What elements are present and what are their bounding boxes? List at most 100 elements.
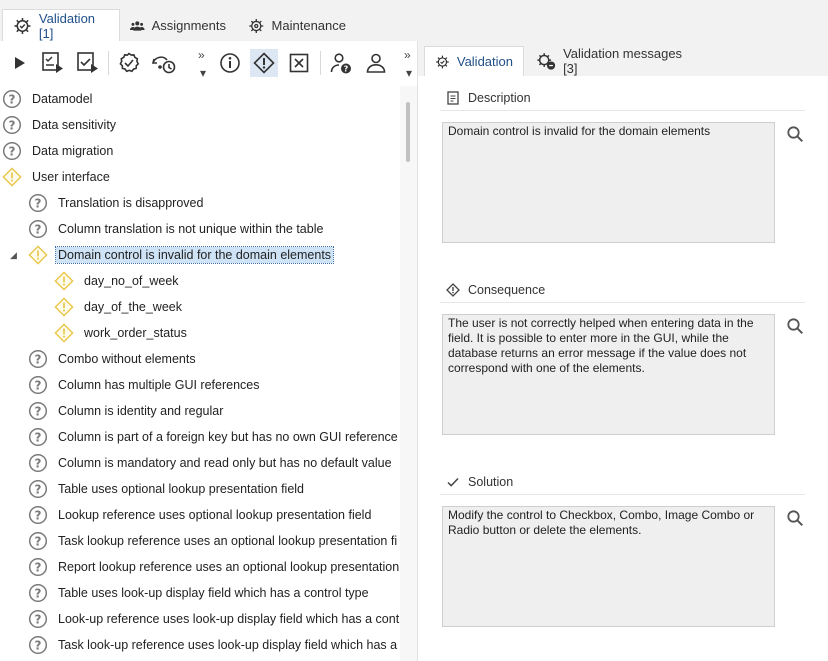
tree-item[interactable]: ? Combo without elements xyxy=(28,346,198,372)
svg-text:?: ? xyxy=(35,612,42,626)
section-divider xyxy=(440,494,805,495)
tree-item-label: User interface xyxy=(32,170,110,184)
tree-subitem[interactable]: day_no_of_week xyxy=(54,268,181,294)
description-header: Description xyxy=(446,91,531,105)
svg-text:?: ? xyxy=(35,508,42,522)
description-text[interactable]: Domain control is invalid for the domain… xyxy=(442,122,775,243)
tree-item-label: Report lookup reference uses an optional… xyxy=(58,560,400,574)
tree-group[interactable]: ? Data sensitivity xyxy=(2,112,118,138)
solution-text[interactable]: Modify the control to Checkbox, Combo, I… xyxy=(442,506,775,627)
execute-list-button[interactable] xyxy=(39,49,67,77)
tree-item[interactable]: ? Lookup reference uses optional lookup p… xyxy=(28,502,373,528)
validation-toolbar: » ▾ ? » ▾ xyxy=(0,41,418,84)
top-tab-strip: Validation [1] Assignments Maintenance xyxy=(0,0,828,42)
search-icon[interactable] xyxy=(786,125,804,143)
consequence-header: Consequence xyxy=(446,283,545,297)
play-icon xyxy=(15,57,25,69)
question-icon: ? xyxy=(28,401,48,421)
tab-label: Validation messages [3] xyxy=(563,46,683,76)
collapse-caret-icon[interactable]: ◢ xyxy=(10,250,17,261)
tab-label: Validation [1] xyxy=(38,11,96,41)
svg-text:?: ? xyxy=(35,560,42,574)
approve-button[interactable] xyxy=(115,49,143,77)
search-icon[interactable] xyxy=(786,509,804,527)
svg-text:?: ? xyxy=(35,222,42,236)
warning-icon xyxy=(28,245,48,265)
tree-item-label: Translation is disapproved xyxy=(58,196,204,210)
tree-item[interactable]: ? Column has multiple GUI references xyxy=(28,372,261,398)
tree-item[interactable]: ? Table uses optional lookup presentation… xyxy=(28,476,306,502)
user-icon xyxy=(366,53,386,73)
warnings-button[interactable] xyxy=(250,49,278,77)
tab-maintenance[interactable]: Maintenance xyxy=(238,10,356,41)
tree-group[interactable]: ? Data migration xyxy=(2,138,115,164)
tab-label: Maintenance xyxy=(271,18,346,33)
warning-icon xyxy=(54,323,74,343)
tab-validation-messages[interactable]: Validation messages [3] xyxy=(526,46,698,76)
dropdown-icon: ▾ xyxy=(406,66,413,80)
tab-validation-detail[interactable]: Validation xyxy=(424,46,524,76)
tree-group[interactable]: User interface xyxy=(2,164,112,190)
tree-item[interactable]: Domain control is invalid for the domain… xyxy=(28,242,335,268)
tab-label: Validation xyxy=(456,54,513,69)
assigned-user-button[interactable] xyxy=(362,49,390,77)
question-icon: ? xyxy=(28,609,48,629)
search-icon[interactable] xyxy=(786,317,804,335)
execute-selected-button[interactable] xyxy=(74,49,102,77)
svg-text:?: ? xyxy=(9,118,16,132)
question-icon: ? xyxy=(28,375,48,395)
dropdown-icon: ▾ xyxy=(200,66,207,80)
tree-item-label: Table uses optional lookup presentation … xyxy=(58,482,305,496)
warning-icon xyxy=(54,271,74,291)
scrollbar-thumb[interactable] xyxy=(406,102,410,162)
tree-item[interactable]: ? Column translation is not unique within… xyxy=(28,216,325,242)
question-icon: ? xyxy=(2,89,22,109)
tab-label: Assignments xyxy=(151,18,226,33)
tree-item[interactable]: ? Translation is disapproved xyxy=(28,190,205,216)
tree-scrollbar[interactable] xyxy=(400,86,417,661)
svg-text:?: ? xyxy=(35,456,42,470)
consequence-text[interactable]: The user is not correctly helped when en… xyxy=(442,314,775,435)
tree-item[interactable]: ? Task look-up reference uses look-up dis… xyxy=(28,632,399,658)
tab-assignments[interactable]: Assignments xyxy=(120,10,236,41)
tree-item[interactable]: ? Report lookup reference uses an optiona… xyxy=(28,554,400,580)
section-divider xyxy=(440,110,805,111)
tree-item[interactable]: ? Column is part of a foreign key but has… xyxy=(28,424,400,450)
tree-item-label: Data migration xyxy=(32,144,114,158)
tab-validation[interactable]: Validation [1] xyxy=(2,9,120,42)
question-icon: ? xyxy=(2,141,22,161)
tree-group[interactable]: ? Datamodel xyxy=(2,86,94,112)
tree-item[interactable]: ? Task lookup reference uses an optional … xyxy=(28,528,399,554)
tree-item[interactable]: ? Column is identity and regular xyxy=(28,398,225,424)
svg-text:?: ? xyxy=(35,404,42,418)
svg-text:?: ? xyxy=(35,352,42,366)
run-button[interactable] xyxy=(5,49,33,77)
svg-text:?: ? xyxy=(35,378,42,392)
tree-subitem[interactable]: day_of_the_week xyxy=(54,294,184,320)
people-icon xyxy=(130,20,145,31)
tree-subitem[interactable]: work_order_status xyxy=(54,320,189,346)
user-question-icon: ? xyxy=(330,53,351,74)
more-toolbar-button[interactable]: » xyxy=(404,49,411,61)
toolbar-separator xyxy=(320,51,321,75)
errors-button[interactable] xyxy=(285,49,313,77)
tree-item-label: Task look-up reference uses look-up disp… xyxy=(58,638,398,652)
document-icon xyxy=(447,91,459,105)
question-icon: ? xyxy=(28,219,48,239)
more-toolbar-button[interactable]: » xyxy=(198,49,205,61)
section-title: Consequence xyxy=(468,283,546,297)
svg-text:?: ? xyxy=(35,482,42,496)
tree-item[interactable]: ? Column is mandatory and read only but h… xyxy=(28,450,394,476)
pane-divider[interactable] xyxy=(417,41,418,661)
unassigned-button[interactable]: ? xyxy=(327,49,355,77)
schedule-run-button[interactable] xyxy=(150,49,178,77)
tree-item[interactable]: ? Table uses look-up display field which … xyxy=(28,580,371,606)
validation-gear-icon xyxy=(436,55,449,68)
tree-item-label: Task lookup reference uses an optional l… xyxy=(58,534,398,548)
tree-item[interactable]: ? Look-up reference uses look-up display … xyxy=(28,606,400,632)
question-icon: ? xyxy=(28,505,48,525)
info-button[interactable] xyxy=(216,49,244,77)
tree-item-label: work_order_status xyxy=(84,326,187,340)
warning-icon xyxy=(54,297,74,317)
tree-item-label: Lookup reference uses optional lookup pr… xyxy=(58,508,372,522)
